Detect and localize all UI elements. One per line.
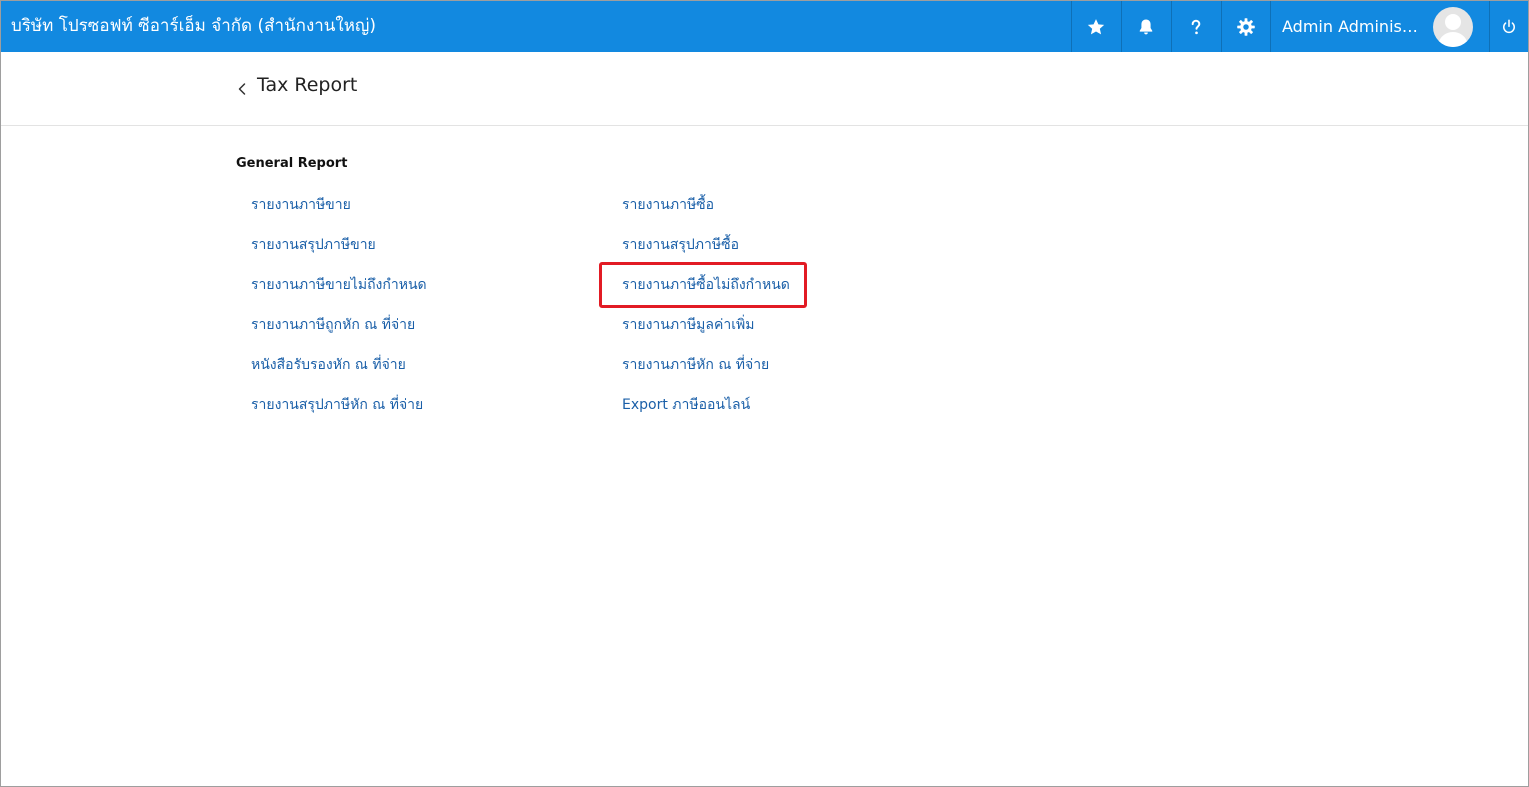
help-icon — [1191, 19, 1201, 34]
report-link-purchase-tax[interactable]: รายงานภาษีซื้อ — [622, 194, 714, 216]
user-silhouette-icon — [1438, 14, 1468, 47]
back-button[interactable] — [233, 78, 251, 100]
notifications-button[interactable] — [1121, 1, 1170, 52]
user-menu[interactable]: Admin Administr... — [1270, 1, 1489, 52]
favorites-button[interactable] — [1071, 1, 1120, 52]
bell-icon — [1139, 19, 1153, 34]
report-link-vat[interactable]: รายงานภาษีมูลค่าเพิ่ม — [622, 314, 754, 336]
avatar[interactable] — [1433, 7, 1473, 47]
user-name: Admin Administr... — [1282, 17, 1422, 36]
report-link-sales-tax-summary[interactable]: รายงานสรุปภาษีขาย — [251, 234, 376, 256]
page-header: Tax Report — [1, 52, 1528, 126]
help-button[interactable] — [1171, 1, 1220, 52]
report-link-withholding-certificate[interactable]: หนังสือรับรองหัก ณ ที่จ่าย — [251, 354, 406, 376]
report-link-sales-tax[interactable]: รายงานภาษีขาย — [251, 194, 351, 216]
report-link-purchase-tax-summary[interactable]: รายงานสรุปภาษีซื้อ — [622, 234, 739, 256]
power-icon — [1503, 19, 1515, 33]
top-bar: บริษัท โปรซอฟท์ ซีอาร์เอ็ม จำกัด (สำนักง… — [1, 1, 1528, 52]
report-link-withholding-tax[interactable]: รายงานภาษีหัก ณ ที่จ่าย — [622, 354, 769, 376]
star-icon — [1087, 18, 1105, 34]
gear-icon — [1237, 17, 1255, 36]
highlight-box — [599, 262, 807, 308]
company-name: บริษัท โปรซอฟท์ ซีอาร์เอ็ม จำกัด (สำนักง… — [11, 16, 377, 36]
settings-button[interactable] — [1221, 1, 1270, 52]
report-link-sales-tax-not-due[interactable]: รายงานภาษีขายไม่ถึงกำหนด — [251, 274, 427, 296]
chevron-left-icon — [238, 83, 246, 95]
report-link-export-online-tax[interactable]: Export ภาษีออนไลน์ — [622, 394, 750, 416]
report-link-withholding-summary[interactable]: รายงานสรุปภาษีหัก ณ ที่จ่าย — [251, 394, 423, 416]
logout-button[interactable] — [1489, 1, 1528, 52]
report-link-withheld-tax[interactable]: รายงานภาษีถูกหัก ณ ที่จ่าย — [251, 314, 415, 336]
page-title: Tax Report — [257, 74, 358, 96]
section-title: General Report — [236, 156, 348, 171]
